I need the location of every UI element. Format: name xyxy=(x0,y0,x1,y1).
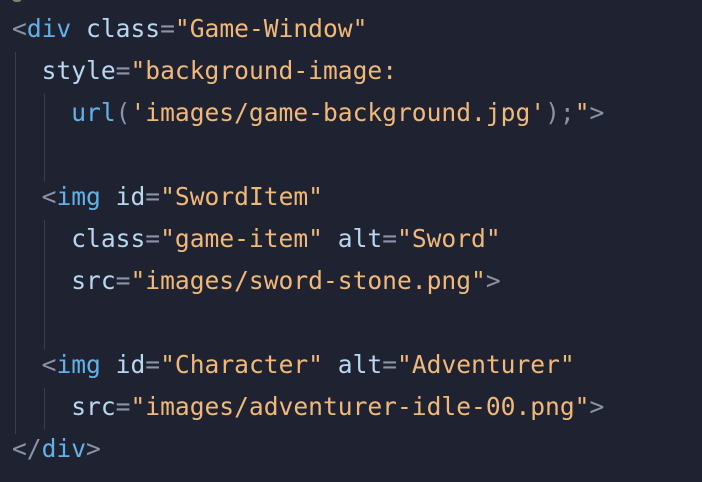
code-token: "background-image: xyxy=(130,56,398,85)
code-token: alt xyxy=(337,350,383,379)
git-change-marker xyxy=(12,0,22,2)
code-token: img xyxy=(56,350,101,379)
code-token: = xyxy=(145,224,161,253)
code-token: = xyxy=(382,224,398,253)
code-token: ( xyxy=(115,98,131,127)
code-token: > xyxy=(86,434,101,463)
code-line[interactable]: <img id="Character" alt="Adventurer" xyxy=(12,344,575,386)
code-token: src xyxy=(71,266,116,295)
code-token: = xyxy=(115,266,131,295)
code-line[interactable]: <div class="Game-Window" xyxy=(12,8,367,50)
code-token: "Game-Window" xyxy=(174,14,368,43)
code-editor[interactable]: <div class="Game-Window" style="backgrou… xyxy=(0,0,702,482)
code-line[interactable]: src="images/adventurer-idle-00.png"> xyxy=(12,386,604,428)
code-token: "images/sword-stone.png" xyxy=(130,266,486,295)
code-token: < xyxy=(12,14,27,43)
code-line[interactable]: <img id="SwordItem" xyxy=(12,176,323,218)
code-token: "Sword" xyxy=(397,224,501,253)
code-token: class xyxy=(86,14,161,43)
code-token: = xyxy=(115,392,131,421)
code-line[interactable]: url('images/game-background.jpg');"> xyxy=(12,92,604,134)
code-token: "SwordItem" xyxy=(160,182,323,211)
code-token: url xyxy=(71,98,116,127)
code-token: id xyxy=(115,182,146,211)
code-token: ); xyxy=(545,98,575,127)
code-token: < xyxy=(41,182,57,211)
code-token: = xyxy=(115,56,131,85)
code-token: "images/adventurer-idle-00.png" xyxy=(130,392,590,421)
code-token: src xyxy=(71,392,116,421)
code-line[interactable]: </div> xyxy=(12,428,101,470)
code-token: div xyxy=(26,14,72,43)
code-token: = xyxy=(145,182,161,211)
code-line[interactable]: style="background-image: xyxy=(12,50,397,92)
code-line[interactable]: src="images/sword-stone.png"> xyxy=(12,260,501,302)
code-token: </ xyxy=(12,434,42,463)
code-line[interactable]: class="game-item" alt="Sword" xyxy=(12,218,501,260)
code-token: > xyxy=(589,98,605,127)
code-token: < xyxy=(41,350,57,379)
code-token: "Adventurer" xyxy=(397,350,575,379)
code-token: "Character" xyxy=(160,350,323,379)
code-token: img xyxy=(56,182,101,211)
code-token: = xyxy=(160,14,175,43)
code-token: = xyxy=(145,350,161,379)
code-token: 'images/game-background.jpg' xyxy=(130,98,546,127)
code-token: > xyxy=(589,392,605,421)
code-token: = xyxy=(382,350,398,379)
code-token: id xyxy=(115,350,146,379)
code-token: "game-item" xyxy=(160,224,323,253)
code-token: style xyxy=(41,56,116,85)
code-token: " xyxy=(574,98,590,127)
code-token: alt xyxy=(337,224,383,253)
code-token: > xyxy=(485,266,501,295)
code-token: class xyxy=(71,224,146,253)
code-token: div xyxy=(41,434,87,463)
